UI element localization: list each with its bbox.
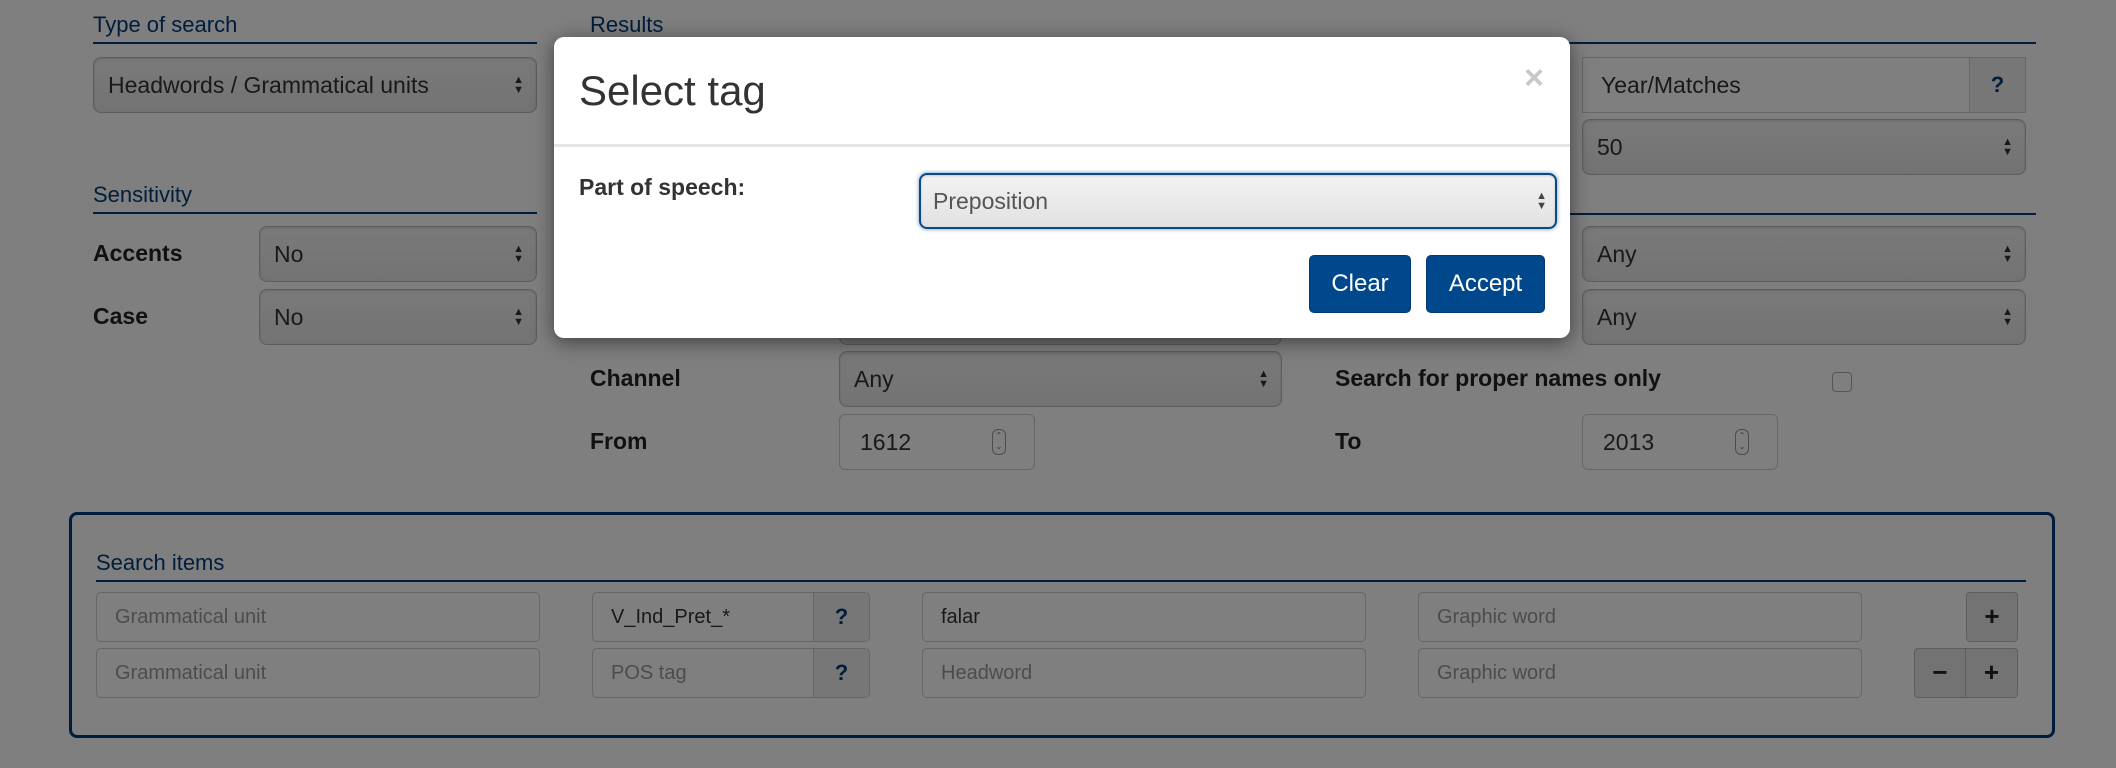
modal-divider: [554, 144, 1570, 147]
select-arrows-icon: ▲▼: [1536, 190, 1547, 212]
accept-button[interactable]: Accept: [1426, 255, 1545, 313]
modal-title: Select tag: [579, 67, 766, 114]
part-of-speech-select[interactable]: Preposition ▲ ▼: [919, 173, 1557, 229]
part-of-speech-label: Part of speech:: [579, 174, 746, 200]
clear-button[interactable]: Clear: [1309, 255, 1411, 313]
select-tag-modal: Select tag × Part of speech: Preposition…: [554, 37, 1570, 338]
part-of-speech-value: Preposition: [933, 188, 1049, 214]
close-icon[interactable]: ×: [1524, 59, 1544, 98]
